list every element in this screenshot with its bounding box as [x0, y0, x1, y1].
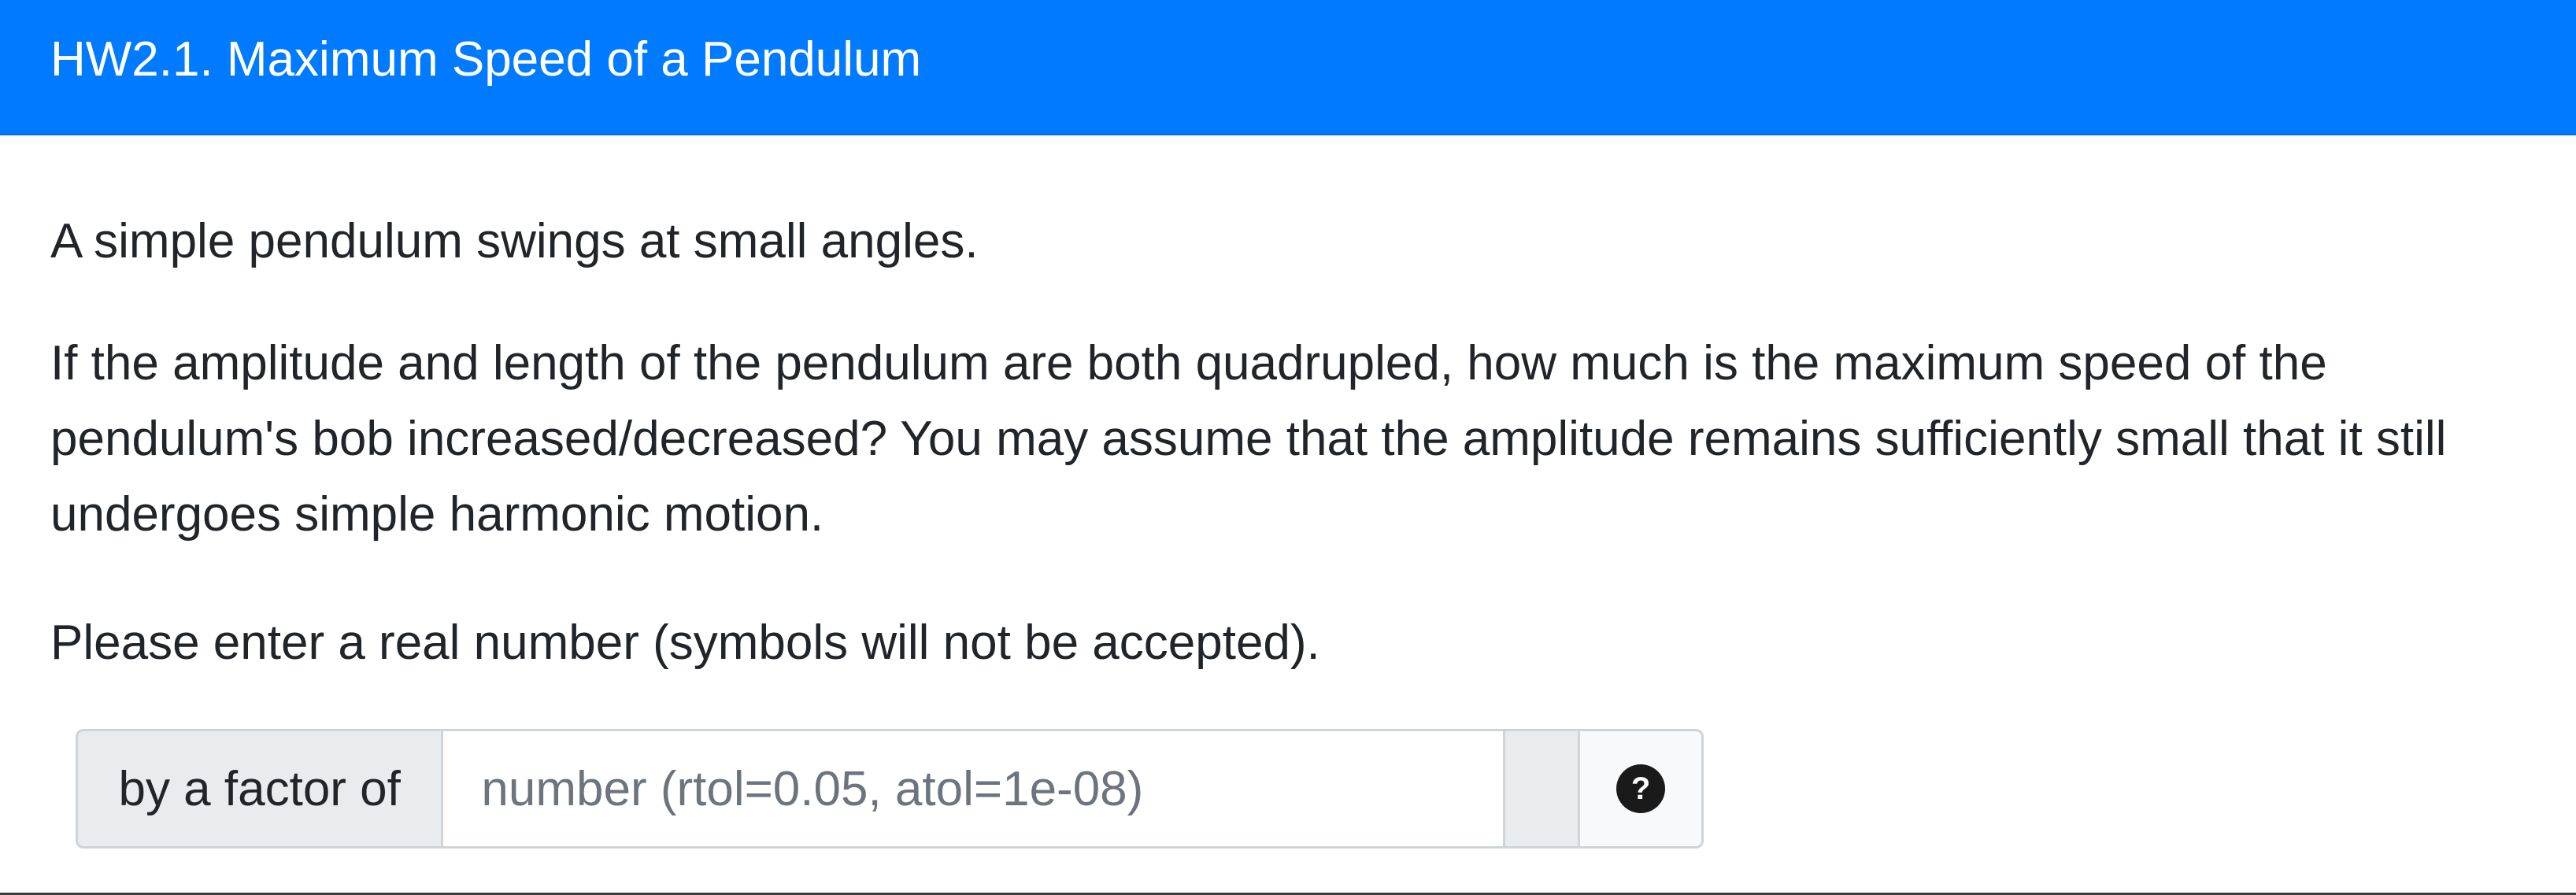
input-status-slot	[1505, 729, 1581, 849]
answer-number-input[interactable]	[441, 729, 1505, 849]
question-text: If the amplitude and length of the pendu…	[50, 336, 2447, 542]
question-title: HW2.1. Maximum Speed of a Pendulum	[50, 32, 922, 87]
factor-prefix-label: by a factor of	[76, 729, 442, 849]
question-card: HW2.1. Maximum Speed of a Pendulum A sim…	[0, 0, 2576, 895]
answer-input-group: by a factor of ?	[76, 729, 1704, 849]
question-circle-icon: ?	[1616, 764, 1666, 813]
answer-instruction: Please enter a real number (symbols will…	[50, 616, 1320, 670]
help-button[interactable]: ?	[1580, 729, 1704, 849]
question-intro: A simple pendulum swings at small angles…	[50, 214, 979, 268]
question-header: HW2.1. Maximum Speed of a Pendulum	[0, 0, 2576, 135]
